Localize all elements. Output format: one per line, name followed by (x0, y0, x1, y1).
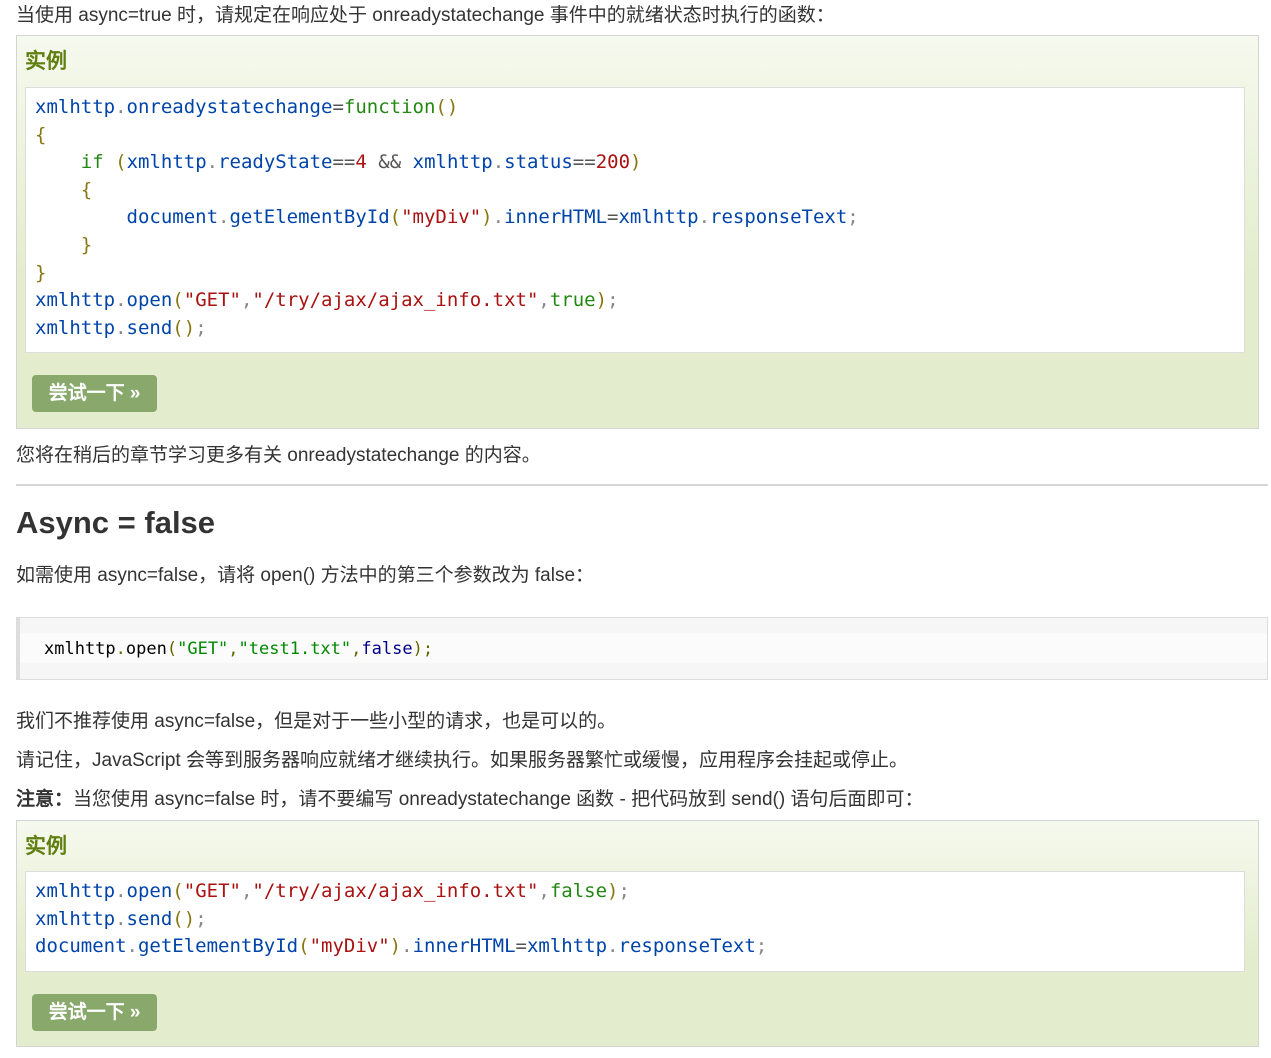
code-line: { (80, 178, 93, 201)
example-title: 实例 (25, 835, 67, 858)
code-line: xmlhttp.open("GET","/try/ajax/ajax_info.… (35, 289, 619, 312)
code-line: xmlhttp.onreadystatechange=function() (35, 96, 459, 118)
remember-text: 请记住，JavaScript 会等到服务器响应就绪才继续执行。如果服务器繁忙或缓… (16, 750, 908, 771)
note-text: 当您使用 async=false 时，请不要编写 onreadystatecha… (73, 789, 924, 810)
code-line: xmlhttp.send(); (35, 316, 207, 339)
example-box-1: 实例 xmlhttp.onreadystatechange=function()… (16, 35, 1259, 429)
code-line: document.getElementById("myDiv").innerHT… (35, 935, 768, 958)
code-line: document.getElementById("myDiv").innerHT… (126, 206, 859, 229)
recommendation-text: 我们不推荐使用 async=false，但是对于一些小型的请求，也是可以的。 (16, 711, 617, 732)
code-block: xmlhttp.onreadystatechange=function() { i… (25, 87, 1245, 353)
section-heading: Async = false (16, 505, 216, 540)
async-false-intro: 如需使用 async=false，请将 open() 方法中的第三个参数改为 f… (16, 565, 595, 586)
code-snippet: xmlhttp.open("GET","test1.txt",false); (16, 617, 1268, 680)
code-line: { (35, 123, 47, 146)
code-line: if (xmlhttp.readyState==4 && xmlhttp.sta… (80, 151, 642, 174)
code-lines: xmlhttp.open("GET","/try/ajax/ajax_info.… (35, 878, 767, 961)
code-line: xmlhttp.send(); (35, 907, 207, 930)
example-box-2: 实例 xmlhttp.open("GET","/try/ajax/ajax_in… (16, 820, 1259, 1047)
note-label: 注意： (16, 789, 74, 810)
code-block: xmlhttp.open("GET","/try/ajax/ajax_info.… (25, 871, 1245, 972)
try-it-button[interactable]: 尝试一下 » (32, 994, 157, 1031)
code-line: xmlhttp.open("GET","/try/ajax/ajax_info.… (35, 880, 630, 902)
code-line: } (35, 261, 47, 284)
intro-text: 当使用 async=true 时，请规定在响应处于 onreadystatech… (16, 5, 835, 26)
example-title: 实例 (25, 50, 67, 73)
snippet-code: xmlhttp.open("GET","test1.txt",false); (44, 639, 434, 659)
note-paragraph: 注意：当您使用 async=false 时，请不要编写 onreadystate… (16, 787, 923, 813)
try-it-button[interactable]: 尝试一下 » (32, 375, 157, 412)
code-line: } (80, 233, 93, 256)
section-divider (16, 484, 1268, 486)
onreadystatechange-note: 您将在稍后的章节学习更多有关 onreadystatechange 的内容。 (16, 445, 541, 466)
code-lines: xmlhttp.onreadystatechange=function() { i… (35, 94, 859, 342)
